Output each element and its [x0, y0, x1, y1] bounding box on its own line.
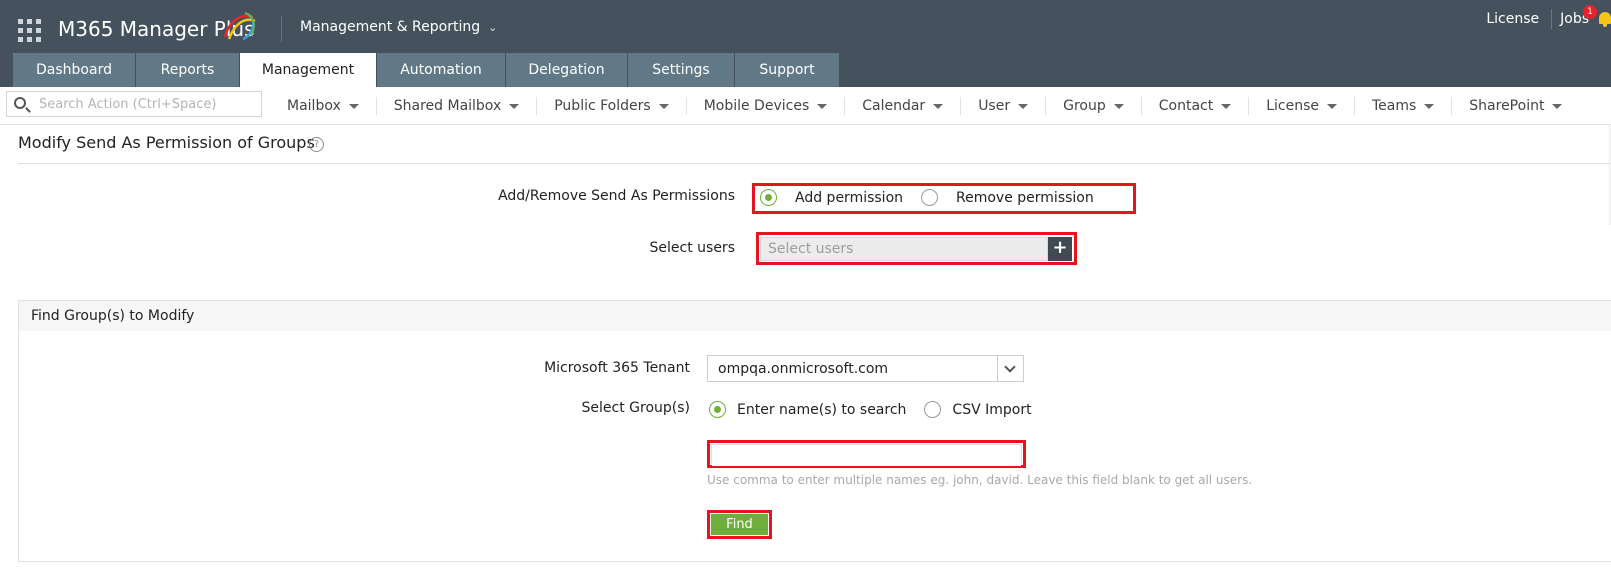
- title-divider: [18, 163, 1611, 164]
- find-button[interactable]: Find: [711, 514, 768, 535]
- tab-management[interactable]: Management: [240, 53, 377, 87]
- remove-permission-radio[interactable]: [921, 189, 939, 206]
- license-link[interactable]: License: [1486, 11, 1539, 27]
- permissions-label: Add/Remove Send As Permissions: [498, 188, 735, 204]
- find-groups-heading: Find Group(s) to Modify: [31, 308, 195, 324]
- caret-down-icon: [1326, 103, 1337, 109]
- app-grid-icon[interactable]: [18, 19, 41, 42]
- subnav-license[interactable]: License: [1249, 97, 1355, 115]
- tab-delegation[interactable]: Delegation: [506, 53, 628, 87]
- header-divider: [281, 16, 282, 42]
- subnav-label: Shared Mailbox: [393, 98, 502, 114]
- subnav-label: Calendar: [862, 98, 926, 114]
- caret-down-icon: [1221, 103, 1232, 109]
- subnav-label: Mailbox: [287, 98, 341, 114]
- subnav-sharepoint[interactable]: SharePoint: [1452, 97, 1579, 115]
- find-groups-header: Find Group(s) to Modify: [19, 301, 1611, 331]
- subnav-label: Mobile Devices: [703, 98, 810, 114]
- caret-down-icon: [509, 103, 520, 109]
- brand-swoosh-icon: [223, 12, 256, 41]
- page-title: Modify Send As Permission of Groups: [18, 133, 315, 152]
- subnav-label: Teams: [1371, 98, 1417, 114]
- subnav-group[interactable]: Group: [1046, 97, 1142, 115]
- action-search: [6, 91, 262, 117]
- main-tabs: Dashboard Reports Management Automation …: [13, 53, 840, 87]
- csv-import-label[interactable]: CSV Import: [952, 402, 1031, 418]
- subnav-mobile-devices[interactable]: Mobile Devices: [687, 97, 846, 115]
- subnav-label: Contact: [1158, 98, 1214, 114]
- header-separator: [1551, 9, 1553, 29]
- header-actions: License Jobs 1: [1486, 5, 1611, 29]
- enter-names-label[interactable]: Enter name(s) to search: [737, 402, 906, 418]
- select-users-field: [760, 237, 1048, 261]
- tab-reports[interactable]: Reports: [136, 53, 240, 87]
- search-icon: [14, 97, 26, 109]
- tab-automation[interactable]: Automation: [377, 53, 506, 87]
- group-names-hint: Use comma to enter multiple names eg. jo…: [707, 473, 1253, 487]
- caret-down-icon: [1424, 103, 1435, 109]
- subnav-teams[interactable]: Teams: [1355, 97, 1453, 115]
- subnav-label: SharePoint: [1469, 98, 1545, 114]
- add-permission-radio[interactable]: [760, 189, 777, 206]
- caret-down-icon: [1552, 103, 1563, 109]
- tab-support[interactable]: Support: [735, 53, 840, 87]
- tenant-dropdown[interactable]: ompqa.onmicrosoft.com: [707, 355, 1024, 382]
- tab-dashboard[interactable]: Dashboard: [13, 53, 136, 87]
- help-icon[interactable]: ?: [309, 137, 324, 152]
- enter-names-radio[interactable]: [709, 401, 726, 418]
- caret-down-icon: [658, 103, 669, 109]
- subnav-contact[interactable]: Contact: [1142, 97, 1250, 115]
- action-search-input[interactable]: [39, 95, 257, 113]
- chevron-down-icon: ⌄: [488, 21, 498, 34]
- select-users-input[interactable]: [761, 238, 1041, 260]
- tab-settings[interactable]: Settings: [628, 53, 735, 87]
- subnav-user[interactable]: User: [961, 97, 1047, 115]
- add-users-button[interactable]: +: [1048, 237, 1072, 261]
- caret-down-icon: [933, 103, 944, 109]
- remove-permission-label[interactable]: Remove permission: [956, 190, 1094, 206]
- module-switcher-label: Management & Reporting: [300, 19, 481, 35]
- subnav-calendar[interactable]: Calendar: [845, 97, 962, 115]
- find-groups-panel: Find Group(s) to Modify: [18, 300, 1611, 562]
- csv-import-radio[interactable]: [924, 401, 942, 418]
- caret-down-icon: [1018, 103, 1029, 109]
- select-groups-label: Select Group(s): [581, 400, 690, 416]
- subnav-shared-mailbox[interactable]: Shared Mailbox: [377, 97, 538, 115]
- sub-navigation: Mailbox Shared Mailbox Public Folders Mo…: [0, 87, 1611, 125]
- jobs-count-badge: 1: [1583, 5, 1597, 19]
- subnav-mailbox[interactable]: Mailbox: [270, 97, 377, 115]
- tenant-value: ompqa.onmicrosoft.com: [718, 361, 889, 377]
- tenant-label: Microsoft 365 Tenant: [544, 360, 690, 376]
- caret-down-icon: [817, 103, 828, 109]
- add-permission-label[interactable]: Add permission: [795, 190, 903, 206]
- subnav-label: Group: [1063, 98, 1106, 114]
- subnav-label: License: [1266, 98, 1319, 114]
- chevron-down-icon[interactable]: [997, 356, 1023, 381]
- subnav-label: User: [978, 98, 1011, 114]
- jobs-link[interactable]: Jobs 1: [1560, 5, 1597, 27]
- subnav-public-folders[interactable]: Public Folders: [537, 97, 687, 115]
- group-source-radio-group: Enter name(s) to search CSV Import: [709, 401, 1050, 418]
- subnav-menu: Mailbox Shared Mailbox Public Folders Mo…: [270, 87, 1579, 125]
- group-names-input[interactable]: [712, 447, 1021, 466]
- scroll-shadow: [1607, 125, 1611, 225]
- caret-down-icon: [348, 103, 359, 109]
- module-switcher[interactable]: Management & Reporting ⌄: [300, 19, 497, 35]
- select-users-label: Select users: [649, 240, 735, 256]
- group-names-field: [711, 444, 1022, 466]
- subnav-label: Public Folders: [554, 98, 651, 114]
- bell-icon[interactable]: [1599, 11, 1611, 27]
- permission-radio-group: Add permission Remove permission: [760, 189, 1112, 206]
- caret-down-icon: [1113, 103, 1124, 109]
